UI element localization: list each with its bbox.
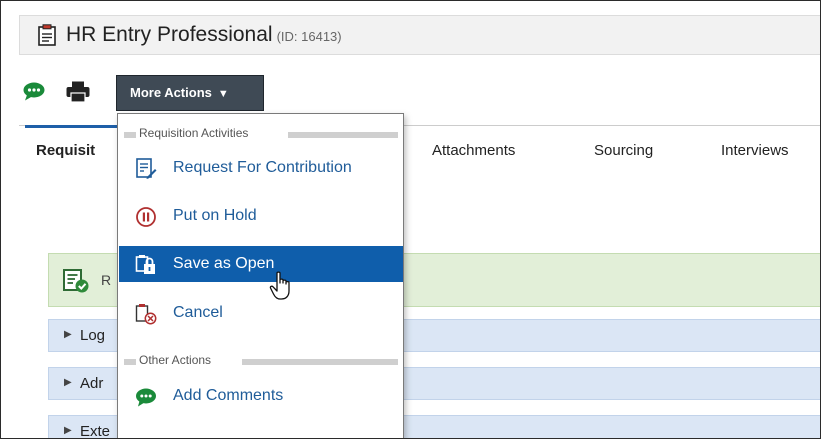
menu-section-other-actions: Other Actions (118, 353, 403, 371)
menu-item-label: Request For Contribution (173, 159, 352, 176)
menu-item-label: Save as Open (173, 255, 275, 272)
accordion-label: Log (80, 327, 106, 344)
checklist-approved-icon (63, 269, 89, 293)
menu-section-label: Other Actions (139, 353, 212, 367)
cancel-doc-icon (135, 304, 157, 325)
chevron-down-icon: ▼ (217, 88, 229, 100)
menu-item-label: Add Comments (173, 387, 284, 404)
tab-interviews[interactable]: Interviews (721, 142, 789, 159)
menu-item-label: Cancel (173, 304, 223, 321)
status-banner-text: R (101, 272, 112, 288)
page-title-text: HR Entry Professional (66, 23, 273, 46)
hand-cursor-icon (269, 271, 290, 300)
menu-item-request-for-contribution[interactable]: Request For Contribution (119, 150, 403, 186)
menu-item-label: Put on Hold (173, 207, 257, 224)
more-actions-label: More Actions (130, 85, 212, 100)
title-bar: HR Entry Professional (ID: 16413) (19, 15, 820, 55)
save-open-icon (135, 255, 155, 274)
menu-section-label: Requisition Activities (139, 126, 249, 140)
more-actions-menu: Requisition Activities Request For Contr… (117, 113, 404, 438)
section-divider (242, 359, 398, 365)
section-divider (124, 132, 136, 138)
menu-item-add-comments[interactable]: Add Comments (119, 378, 403, 414)
expand-arrow-icon: ▶ (64, 425, 72, 436)
app-window: HR Entry Professional (ID: 16413) More Ac… (0, 0, 821, 439)
tab-attachments[interactable]: Attachments (432, 142, 515, 159)
page-title: HR Entry Professional (ID: 16413) (66, 23, 342, 47)
section-divider (288, 132, 398, 138)
tab-sourcing[interactable]: Sourcing (594, 142, 653, 159)
expand-arrow-icon: ▶ (64, 377, 72, 388)
tab-requisition[interactable]: Requisit (36, 142, 95, 159)
menu-section-requisition-activities: Requisition Activities (118, 126, 403, 144)
menu-item-save-as-open[interactable]: Save as Open (119, 246, 403, 282)
comment-icon (136, 388, 156, 407)
print-icon[interactable] (66, 81, 90, 103)
menu-item-put-on-hold[interactable]: Put on Hold (119, 198, 403, 234)
accordion-label: Adr (80, 375, 104, 392)
request-contribution-icon (136, 158, 157, 179)
expand-arrow-icon: ▶ (64, 329, 72, 340)
accordion-label: Exte (80, 423, 111, 439)
menu-item-cancel[interactable]: Cancel (119, 295, 403, 331)
comment-icon[interactable] (23, 82, 45, 101)
pause-icon (136, 207, 156, 227)
requisition-id: (ID: 16413) (276, 29, 342, 44)
more-actions-button[interactable]: More Actions ▼ (116, 75, 264, 111)
section-divider (124, 359, 136, 365)
requisition-document-icon (38, 24, 56, 46)
